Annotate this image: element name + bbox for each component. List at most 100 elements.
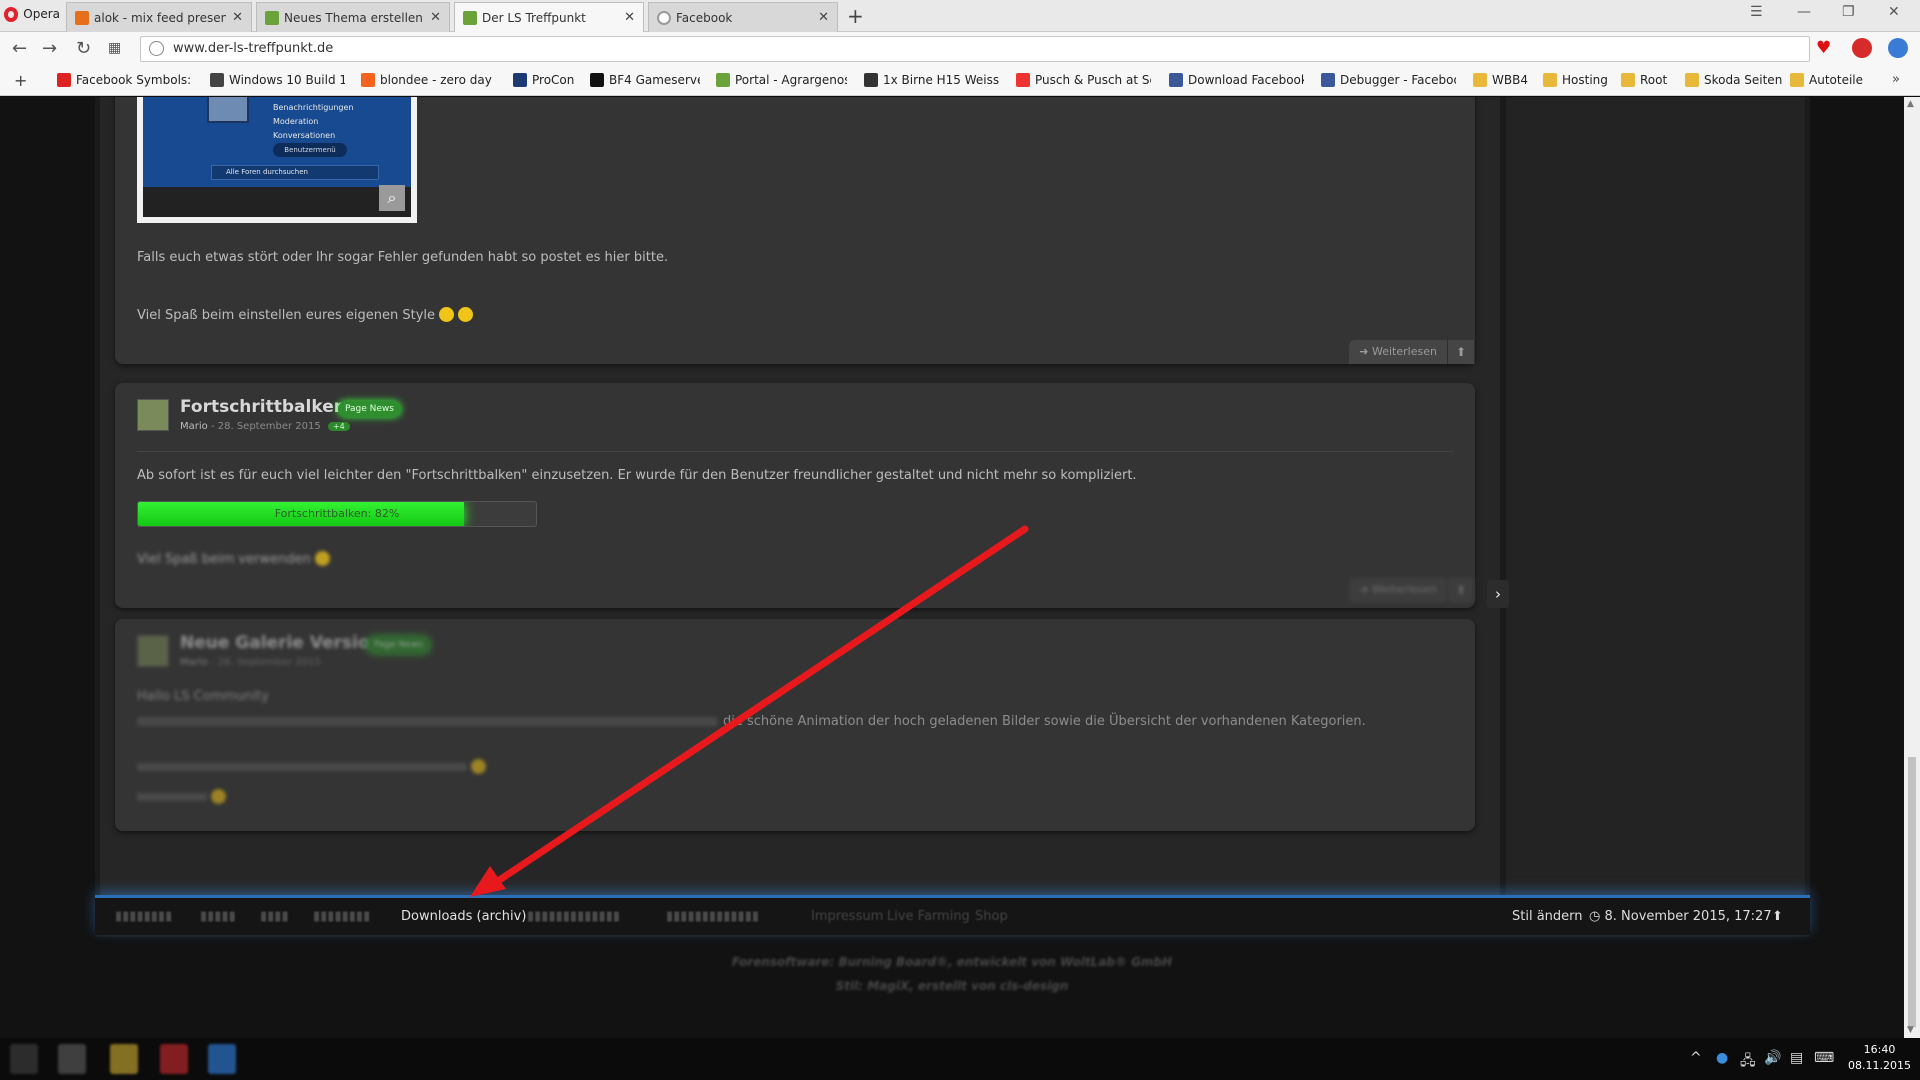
loading-spinner-icon <box>657 10 671 25</box>
bookmark-folder[interactable]: Hosting <box>1543 73 1618 87</box>
url-field[interactable]: www.der-ls-treffpunkt.de <box>140 36 1810 62</box>
page-viewport: Benachrichtigungen Moderation Konversati… <box>0 97 1904 1038</box>
forward-arrow-icon[interactable]: → <box>42 38 57 59</box>
folder-icon <box>1543 73 1557 87</box>
address-bar-row: ← → ↻ ▦ www.der-ls-treffpunkt.de ♥ <box>0 32 1920 66</box>
scroll-up-arrow-icon[interactable]: ⬆ <box>1447 340 1475 364</box>
volume-icon[interactable]: 🔊 <box>1764 1050 1781 1066</box>
style-change-link[interactable]: Stil ändern <box>1512 909 1583 924</box>
notification-icon[interactable]: ▤ <box>1790 1050 1803 1066</box>
window-close-icon[interactable]: ✕ <box>1888 4 1900 20</box>
footer-nav-blurred[interactable]: ▮▮▮▮ <box>260 909 289 924</box>
bookmark-folder[interactable]: Autoteile <box>1790 73 1880 87</box>
bookmark-item[interactable]: Download Facebook <box>1169 73 1304 87</box>
back-arrow-icon[interactable]: ← <box>12 38 27 59</box>
footer-nav-blurred[interactable]: ▮▮▮▮▮▮▮▮▮▮▮▮▮ <box>527 909 620 924</box>
read-more-button[interactable]: ➜ Weiterlesen <box>1349 578 1448 602</box>
new-tab-button[interactable]: + <box>847 4 864 28</box>
scroll-up-arrow-icon[interactable]: ⬆ <box>1447 578 1475 602</box>
bookmark-item[interactable]: Debugger - Faceboo <box>1321 73 1456 87</box>
bookmark-item[interactable]: Portal - Agrargenosse <box>716 73 847 87</box>
footer-nav-blurred[interactable]: ▮▮▮▮▮▮▮▮▮▮▮▮▮ <box>666 909 759 924</box>
scrollbar-thumb[interactable] <box>1908 757 1916 1027</box>
scroll-top-arrow-icon[interactable]: ⬆ <box>1772 909 1783 924</box>
post-text: Hallo LS Community <box>137 689 269 704</box>
tab-close-icon[interactable]: ✕ <box>818 10 829 25</box>
tray-app-icon[interactable]: ● <box>1716 1050 1728 1066</box>
bookmark-folder[interactable]: Skoda Seiten <box>1685 73 1785 87</box>
network-icon[interactable]: 🖧 <box>1740 1050 1756 1074</box>
folder-icon <box>1621 73 1635 87</box>
heart-icon[interactable]: ♥ <box>1816 38 1831 58</box>
minimize-icon[interactable]: — <box>1797 4 1811 20</box>
tab-new-topic[interactable]: Neues Thema erstellen - M ✕ <box>256 2 450 32</box>
post-title[interactable]: Fortschrittbalken <box>180 397 346 417</box>
tab-menu-icon[interactable]: ☰ <box>1750 4 1763 20</box>
footer-nav-blurred[interactable]: ▮▮▮▮▮▮▮▮ <box>115 909 172 924</box>
taskbar-clock[interactable]: 16:40 08.11.2015 <box>1848 1042 1911 1074</box>
category-badge[interactable]: Page News <box>338 401 401 417</box>
tab-facebook[interactable]: Facebook ✕ <box>648 2 838 32</box>
bookmark-favicon-icon <box>1321 73 1335 87</box>
scroll-up-arrow-icon[interactable]: ▲ <box>1907 99 1914 109</box>
post-text: die schöne Animation der hoch geladenen … <box>137 714 1366 729</box>
screenshot-menu: Benachrichtigungen Moderation Konversati… <box>273 103 354 140</box>
footer-link-downloads[interactable]: Downloads (archiv) <box>401 909 526 924</box>
bookmark-item[interactable]: Pusch & Pusch at Sch <box>1016 73 1151 87</box>
author-name[interactable]: Mario <box>180 421 208 432</box>
vertical-scrollbar[interactable]: ▲ ▼ <box>1904 97 1920 1038</box>
chevron-right-icon[interactable]: › <box>1487 580 1509 608</box>
restore-icon[interactable]: ❐ <box>1842 4 1855 20</box>
smiley-icon <box>471 759 486 774</box>
footer-link-live-farming[interactable]: Live Farming <box>887 909 970 924</box>
screenshot-search: Alle Foren durchsuchen <box>211 165 379 180</box>
post-title[interactable]: Neue Galerie Version <box>180 633 382 653</box>
bookmark-favicon-icon <box>57 73 71 87</box>
taskbar-app-icon[interactable] <box>208 1044 236 1074</box>
footer-link-shop[interactable]: Shop <box>975 909 1008 924</box>
reload-icon[interactable]: ↻ <box>76 38 91 59</box>
divider <box>137 451 1453 452</box>
extension-icon[interactable] <box>1888 38 1908 58</box>
author-avatar[interactable] <box>137 399 169 431</box>
adblock-plus-icon[interactable] <box>1852 38 1872 58</box>
tab-mix-feed[interactable]: alok - mix feed presents s ✕ <box>66 2 252 32</box>
tab-close-icon[interactable]: ✕ <box>430 10 441 25</box>
footer-nav-blurred[interactable]: ▮▮▮▮▮▮▮▮ <box>313 909 370 924</box>
opera-menu-button[interactable]: Opera <box>0 0 60 28</box>
bookmark-item[interactable]: Windows 10 Build 10 <box>210 73 345 87</box>
news-post-card: Fortschrittbalken Page News Mario - 28. … <box>115 383 1475 608</box>
post-meta: Mario - 28. September 2015 <box>180 657 321 668</box>
taskbar-app-icon[interactable] <box>110 1044 138 1074</box>
bookmark-item[interactable]: BF4 Gameserver <box>590 73 700 87</box>
taskbar-app-icon[interactable] <box>58 1044 86 1074</box>
tab-close-icon[interactable]: ✕ <box>624 10 635 25</box>
footer-datetime: ◷ 8. November 2015, 17:27 <box>1589 909 1772 924</box>
progress-label: Fortschrittbalken: 82% <box>274 507 400 520</box>
keyboard-icon[interactable]: ⌨ <box>1814 1050 1834 1066</box>
bookmark-item[interactable]: ProCon <box>513 73 593 87</box>
magnifier-icon[interactable]: ⌕ <box>379 185 405 211</box>
category-badge[interactable]: Page News <box>367 637 430 653</box>
footer-link-impressum[interactable]: Impressum <box>811 909 883 924</box>
add-bookmark-icon[interactable]: + <box>14 71 27 90</box>
bookmark-item[interactable]: Facebook Symbols: s <box>57 73 192 87</box>
speed-dial-grid-icon[interactable]: ▦ <box>108 40 121 56</box>
tab-ls-treffpunkt[interactable]: Der LS Treffpunkt ✕ <box>454 2 644 32</box>
tray-chevron-up-icon[interactable]: ^ <box>1690 1050 1702 1066</box>
read-more-button[interactable]: ➜ Weiterlesen <box>1349 340 1448 364</box>
more-bookmarks-icon[interactable]: » <box>1892 72 1900 87</box>
site-favicon-icon <box>265 10 279 25</box>
author-avatar[interactable] <box>137 635 169 667</box>
bookmark-item[interactable]: 1x Birne H15 Weiss 6 <box>864 73 999 87</box>
bookmark-item[interactable]: blondee - zero day n <box>361 73 496 87</box>
sidebar-column <box>1500 97 1805 897</box>
footer-nav-blurred[interactable]: ▮▮▮▮▮ <box>200 909 236 924</box>
scroll-down-arrow-icon[interactable]: ▼ <box>1907 1025 1914 1035</box>
start-button-icon[interactable] <box>10 1044 38 1074</box>
bookmark-folder[interactable]: WBB4 <box>1473 73 1538 87</box>
bookmark-folder[interactable]: Root <box>1621 73 1681 87</box>
post-screenshot-image[interactable]: Benachrichtigungen Moderation Konversati… <box>137 97 417 223</box>
opera-taskbar-icon[interactable] <box>160 1044 188 1074</box>
tab-close-icon[interactable]: ✕ <box>232 10 243 25</box>
